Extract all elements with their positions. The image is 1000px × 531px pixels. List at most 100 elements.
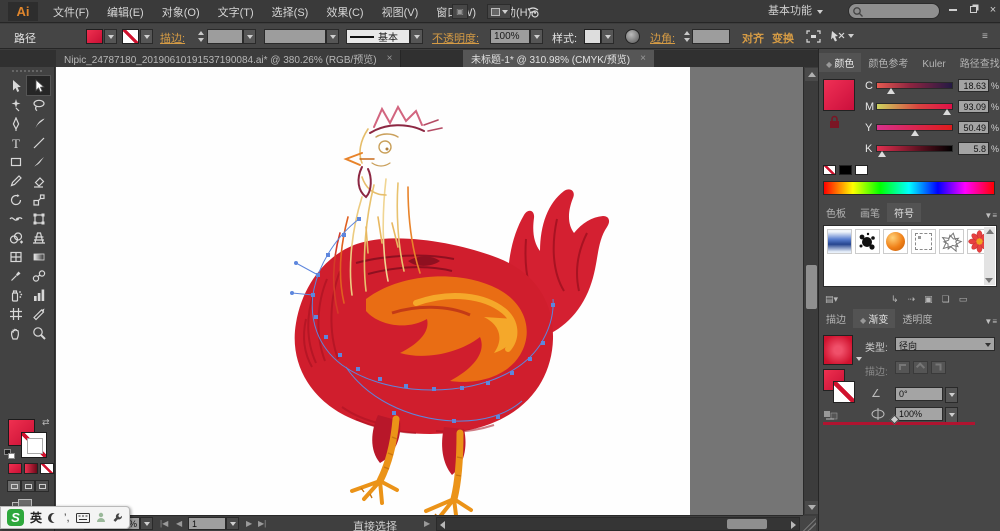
color-mode-button[interactable] xyxy=(8,463,22,474)
minimize-button[interactable] xyxy=(944,4,962,18)
canvas-area[interactable] xyxy=(56,67,803,515)
symbol-dashed-frame[interactable] xyxy=(911,229,936,254)
ime-skin-icon[interactable] xyxy=(96,512,106,523)
artboard-number-field[interactable]: 1 xyxy=(188,517,226,530)
reverse-gradient-icon[interactable] xyxy=(823,409,839,421)
tool-eraser[interactable] xyxy=(27,171,50,190)
stroke-weight-field[interactable] xyxy=(207,29,243,44)
status-expand-icon[interactable]: ▶ xyxy=(424,519,430,528)
lock-icon[interactable] xyxy=(828,115,841,129)
style-swatch[interactable] xyxy=(584,29,601,44)
corner-stepper[interactable] xyxy=(682,29,691,44)
tool-blend[interactable] xyxy=(27,266,50,285)
slider-K[interactable] xyxy=(876,145,953,152)
stroke-weight-stepper[interactable] xyxy=(196,29,205,44)
tool-width[interactable] xyxy=(4,209,27,228)
slider-Y[interactable] xyxy=(876,124,953,131)
tab-stroke[interactable]: 描边 xyxy=(819,309,853,328)
gradient-panel-menu-icon[interactable]: ▼≡ xyxy=(980,315,1000,328)
fill-color-swatch[interactable] xyxy=(86,29,103,44)
tool-shape-builder[interactable] xyxy=(4,228,27,247)
resize-grip[interactable] xyxy=(800,516,816,531)
corner-link[interactable]: 边角: xyxy=(650,30,675,46)
value-K[interactable]: 5.8 xyxy=(958,142,989,155)
tool-pencil[interactable] xyxy=(4,171,27,190)
recolor-artwork-icon[interactable] xyxy=(625,29,640,44)
symbols-panel-menu-icon[interactable]: ▼≡ xyxy=(980,209,1000,222)
tab-symbols[interactable]: 符号 xyxy=(887,203,921,222)
value-M[interactable]: 93.09 xyxy=(958,100,989,113)
gradient-angle-dropdown[interactable] xyxy=(945,387,958,403)
tool-lasso[interactable] xyxy=(27,95,50,114)
tab-color-guide[interactable]: 颜色参考 xyxy=(861,53,915,72)
isolate-selected-icon[interactable] xyxy=(806,30,821,48)
none-chip[interactable] xyxy=(823,165,836,175)
menu-对象(O)[interactable]: 对象(O) xyxy=(153,4,209,20)
slider-C[interactable] xyxy=(876,82,953,89)
brush-definition-dropdown[interactable] xyxy=(410,29,423,44)
tool-blob-brush[interactable] xyxy=(27,114,50,133)
menu-文字(T)[interactable]: 文字(T) xyxy=(209,4,263,20)
tool-magic-wand[interactable] xyxy=(4,95,27,114)
draw-normal-button[interactable] xyxy=(7,480,21,492)
arrange-documents-icon[interactable] xyxy=(487,4,511,19)
tool-slice[interactable] xyxy=(27,304,50,323)
horizontal-scroll-thumb[interactable] xyxy=(727,519,767,529)
tool-rectangle[interactable] xyxy=(4,152,27,171)
width-profile-dropdown[interactable] xyxy=(326,29,339,44)
tab-transparency[interactable]: 透明度 xyxy=(895,309,939,328)
ime-punctuation-icon[interactable]: ’, xyxy=(64,512,70,524)
black-chip[interactable] xyxy=(839,165,852,175)
ime-fullhalf-icon[interactable] xyxy=(48,513,58,523)
transform-link[interactable]: 变换 xyxy=(772,30,794,46)
opacity-field[interactable]: 100% xyxy=(490,29,530,44)
menu-选择(S)[interactable]: 选择(S) xyxy=(263,4,318,20)
align-link[interactable]: 对齐 xyxy=(742,30,764,46)
tool-rotate[interactable] xyxy=(4,190,27,209)
draw-behind-button[interactable] xyxy=(21,480,35,492)
tool-free-transform[interactable] xyxy=(27,209,50,228)
tool-paintbrush[interactable] xyxy=(27,152,50,171)
tool-eyedropper[interactable] xyxy=(4,266,27,285)
control-panel-menu-icon[interactable]: ≡ xyxy=(982,31,988,42)
gradient-aspect-field[interactable]: 100% xyxy=(895,407,943,421)
style-dropdown[interactable] xyxy=(601,29,614,44)
symbols-scrollbar[interactable] xyxy=(984,227,995,285)
gradient-angle-field[interactable]: 0° xyxy=(895,387,943,401)
symbol-options-icon[interactable]: ▣ xyxy=(924,294,933,305)
vertical-scrollbar[interactable] xyxy=(803,67,818,515)
scroll-left-icon[interactable] xyxy=(440,521,445,529)
tool-line-segment[interactable] xyxy=(27,133,50,152)
tool-zoom[interactable] xyxy=(27,323,50,342)
ime-keyboard-icon[interactable] xyxy=(76,513,90,523)
tab-close-icon[interactable]: × xyxy=(387,53,393,64)
tool-direct-selection[interactable] xyxy=(27,76,50,95)
stroke-dropdown[interactable] xyxy=(140,29,153,44)
symbol-libraries-icon[interactable]: ▤▾ xyxy=(825,294,838,305)
gradient-ramp[interactable] xyxy=(823,422,975,425)
last-artboard-icon[interactable]: ▶| xyxy=(258,519,266,528)
swap-fill-stroke-icon[interactable]: ⇄ xyxy=(42,417,50,428)
menu-文件(F)[interactable]: 文件(F) xyxy=(44,4,98,20)
stroke-weight-dropdown[interactable] xyxy=(243,29,256,44)
tool-gradient[interactable] xyxy=(27,247,50,266)
cs-live-icon[interactable] xyxy=(523,4,543,19)
gradient-swatch-dropdown-icon[interactable] xyxy=(856,357,862,361)
delete-symbol-icon[interactable]: ▭ xyxy=(959,294,968,305)
vertical-scroll-thumb[interactable] xyxy=(806,265,817,309)
tool-selection[interactable] xyxy=(4,76,27,95)
tool-pen[interactable] xyxy=(4,114,27,133)
stroke-color-swatch[interactable] xyxy=(122,29,139,44)
document-tab-1[interactable]: Nipic_24787180_20190610191537190084.ai* … xyxy=(56,50,401,67)
document-tab-2[interactable]: 未标题-1* @ 310.98% (CMYK/预览) × xyxy=(463,50,654,67)
scroll-right-icon[interactable] xyxy=(791,521,796,529)
width-profile-field[interactable] xyxy=(264,29,326,44)
opacity-link[interactable]: 不透明度: xyxy=(432,30,479,46)
tool-symbol-sprayer[interactable] xyxy=(4,285,27,304)
artwork-chicken[interactable] xyxy=(56,67,690,515)
scroll-up-icon[interactable] xyxy=(805,68,818,81)
tool-column-graph[interactable] xyxy=(27,285,50,304)
menu-视图(V)[interactable]: 视图(V) xyxy=(373,4,428,20)
ime-settings-wrench-icon[interactable] xyxy=(112,512,123,523)
menu-编辑(E)[interactable]: 编辑(E) xyxy=(98,4,153,20)
